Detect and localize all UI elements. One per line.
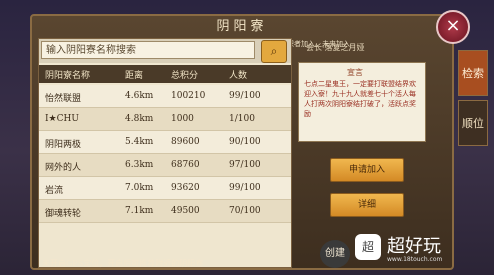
gps-hint: 未开启GPS定位，开启后可推荐附近的阴阳寮 [42, 259, 204, 268]
score: 93620 [171, 183, 200, 193]
search-icon: ⌕ [270, 44, 278, 58]
leader-label: 会长·落复乏月娅 [306, 43, 365, 52]
table-header: 阴阳寮名称 距离 总积分 人数 [39, 65, 291, 83]
table-row[interactable]: 怡然联盟 4.6km 100210 99/100 [39, 85, 291, 108]
members: 90/100 [229, 137, 261, 147]
watermark-logo: 超 [355, 234, 381, 260]
col-score: 总积分 [171, 71, 199, 81]
members: 70/100 [229, 206, 261, 216]
members: 99/100 [229, 91, 261, 101]
members: 99/100 [229, 183, 261, 193]
search-row: 输入阴阳寮名称搜索 ⌕ [39, 39, 291, 63]
score: 89600 [171, 137, 200, 147]
notice-text: 七点二星鬼王，一定要打联盟结界欢迎入寮！九十九人就差七十个活人每人打两次阴阳寮结… [304, 80, 416, 118]
side-tabs: 检索 顺位 [458, 50, 488, 160]
table-row[interactable]: 御魂转轮 7.1km 49500 70/100 [39, 200, 291, 223]
distance: 7.1km [125, 206, 154, 216]
distance: 4.8km [125, 114, 154, 124]
tab-search[interactable]: 检索 [458, 50, 488, 96]
table-row[interactable]: I★CHU 4.8km 1000 1/100 [39, 108, 291, 131]
guild-name: 网外的人 [45, 163, 82, 173]
join-button[interactable]: 申请加入 [330, 158, 404, 182]
table-row[interactable]: 岩流 7.0km 93620 99/100 [39, 177, 291, 200]
guild-name: I★CHU [45, 114, 79, 124]
close-icon: × [445, 15, 461, 36]
watermark-text: 超好玩 [387, 236, 441, 257]
distance: 7.0km [125, 183, 154, 193]
score: 49500 [171, 206, 200, 216]
create-button[interactable]: 创建 [320, 240, 350, 268]
notice-title: 宣言 [347, 68, 363, 77]
col-name: 阴阳寮名称 [45, 71, 91, 81]
table-row[interactable]: 阴阳两极 5.4km 89600 90/100 [39, 131, 291, 154]
score: 68760 [171, 160, 200, 170]
table-row[interactable]: 网外的人 6.3km 68760 97/100 [39, 154, 291, 177]
tab-ranking[interactable]: 顺位 [458, 100, 488, 146]
distance: 5.4km [125, 137, 154, 147]
detail-button[interactable]: 详细 [330, 193, 404, 217]
guild-name: 岩流 [45, 186, 64, 196]
distance: 4.6km [125, 91, 154, 101]
col-members: 人数 [229, 71, 248, 81]
watermark: 超 超好玩 www.18touch.com [355, 228, 485, 270]
score: 1000 [171, 114, 194, 124]
guild-name: 怡然联盟 [45, 94, 82, 104]
search-input[interactable]: 输入阴阳寮名称搜索 [41, 41, 255, 59]
members: 97/100 [229, 160, 261, 170]
watermark-url: www.18touch.com [387, 256, 443, 263]
guild-name: 御魂转轮 [45, 209, 82, 219]
col-distance: 距离 [125, 71, 144, 81]
distance: 6.3km [125, 160, 154, 170]
guild-name: 阴阳两极 [45, 140, 82, 150]
close-button[interactable]: × [436, 10, 470, 44]
members: 1/100 [229, 114, 255, 124]
guild-list-panel: 输入阴阳寮名称搜索 ⌕ 阴阳寮名称 距离 总积分 人数 怡然联盟 4.6km 1… [38, 38, 292, 268]
score: 100210 [171, 91, 206, 101]
search-button[interactable]: ⌕ [261, 40, 287, 63]
notice-box: 宣言 七点二星鬼王，一定要打联盟结界欢迎入寮！九十九人就差七十个活人每人打两次阴… [298, 62, 426, 142]
